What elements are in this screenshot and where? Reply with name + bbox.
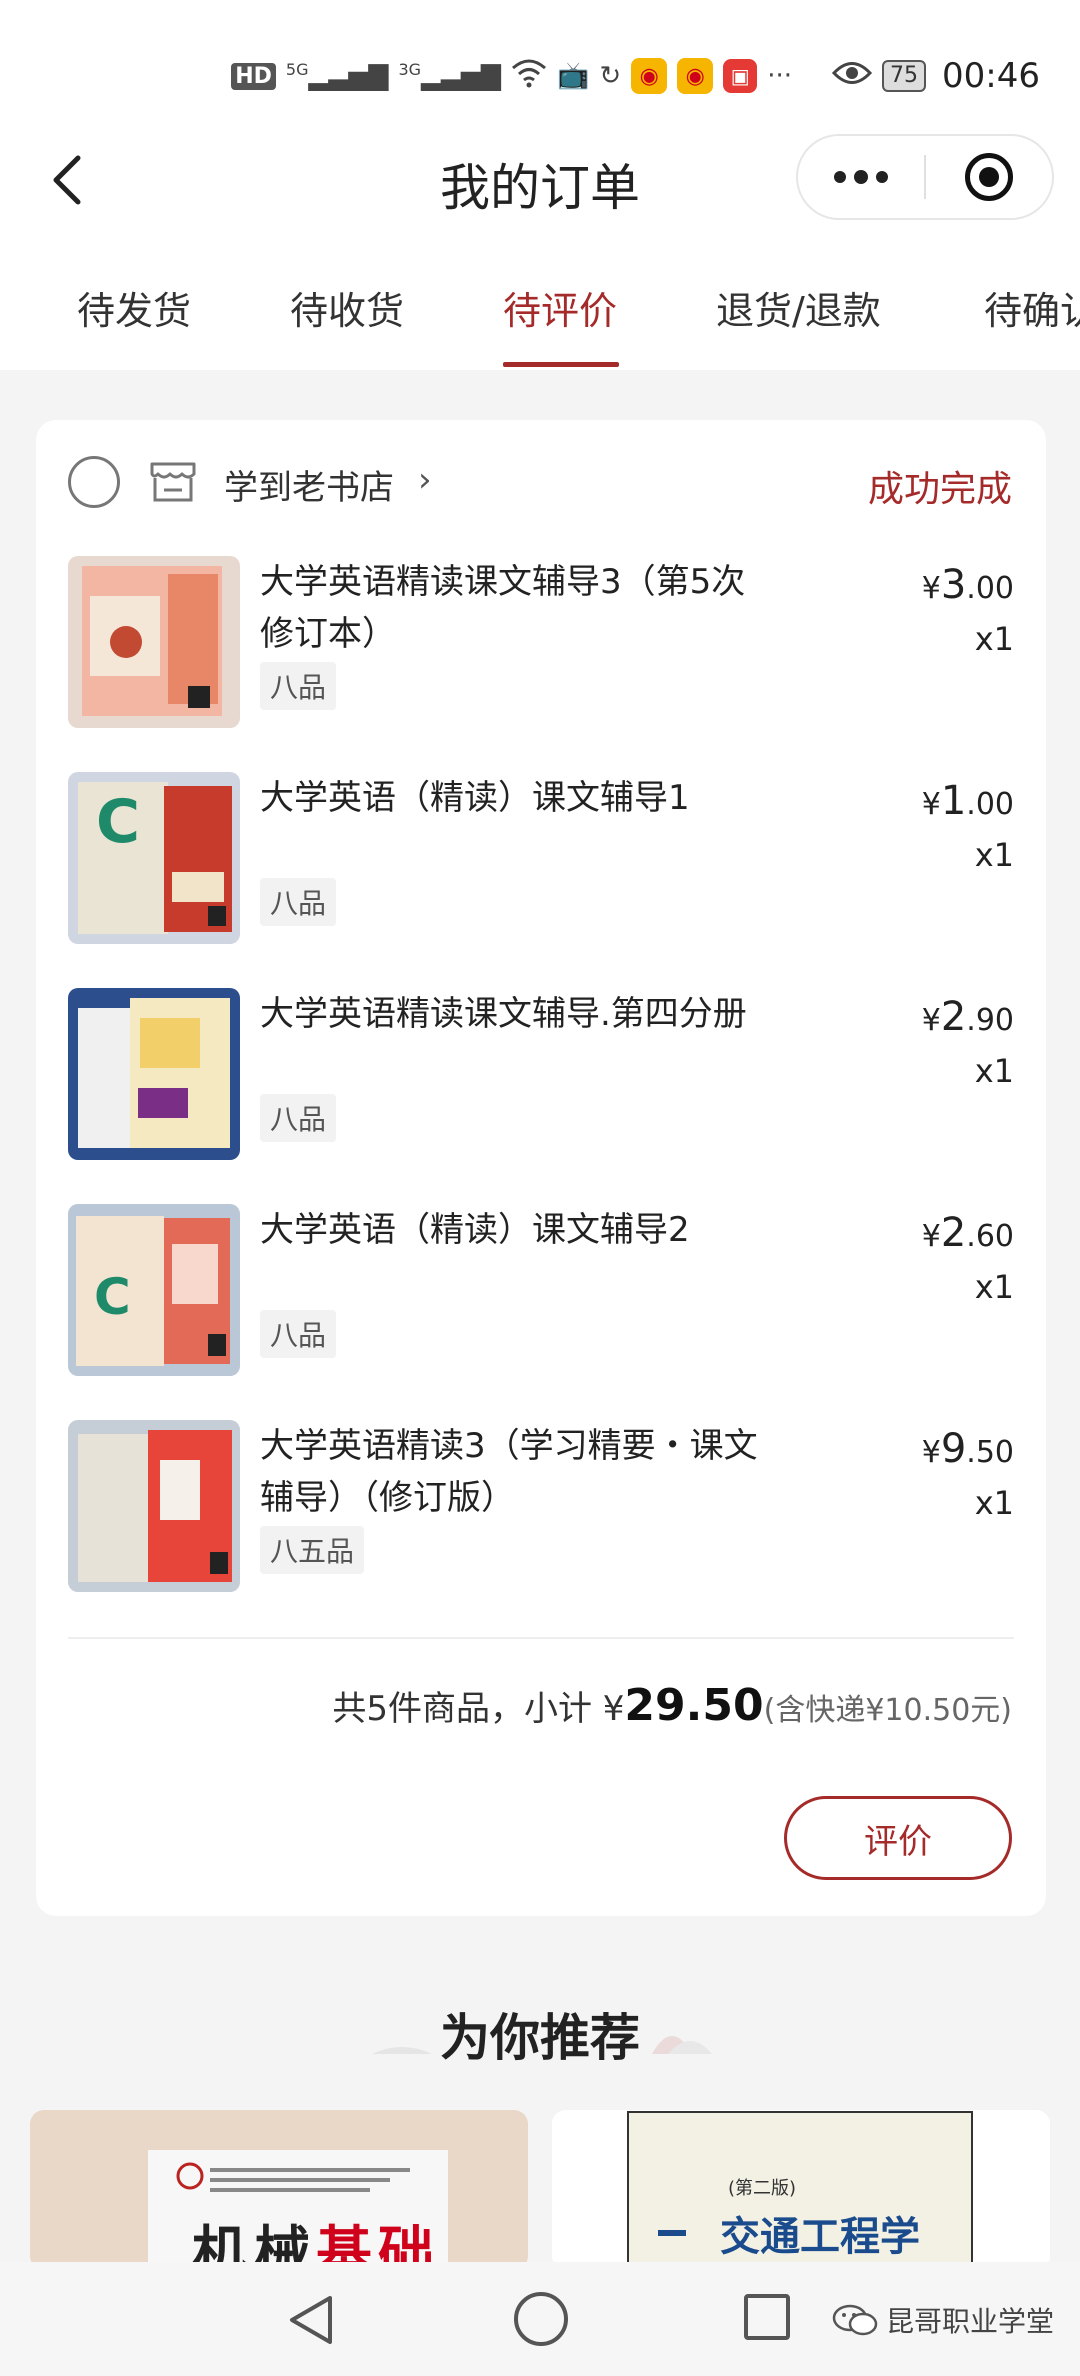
order-card: 学到老书店 › 成功完成 大学英语精读课文辅导3（第5次修订本） 八品 ¥3.0…	[36, 420, 1046, 1916]
order-tabs: 待发货 待收货 待评价 退货/退款 待确认	[0, 230, 1080, 370]
status-icons: HD 5G▂▃▅▇ 3G▂▃▅▇ 📺 ↻ ◉ ◉ ▣ ··· 75 00:46	[231, 50, 1040, 102]
book-thumbnail	[68, 556, 240, 728]
wifi-icon	[511, 58, 547, 95]
recommend-product-card[interactable]: 机械基础	[30, 2110, 528, 2270]
signal-5g-icon: 5G▂▃▅▇	[285, 60, 389, 92]
condition-badge: 八品	[260, 1310, 337, 1358]
svg-text:C: C	[94, 1268, 131, 1326]
target-icon	[964, 153, 1013, 201]
item-price: ¥1.00	[921, 778, 1014, 824]
book-thumbnail	[68, 988, 240, 1160]
signal-3g-icon: 3G▂▃▅▇	[398, 60, 502, 92]
svg-text:C: C	[96, 787, 140, 857]
condition-badge: 八品	[260, 878, 337, 926]
item-quantity: x1	[974, 1268, 1014, 1306]
condition-badge: 八品	[260, 662, 337, 710]
item-price: ¥2.90	[921, 994, 1014, 1040]
dot-icon	[834, 171, 846, 183]
order-summary: 共5件商品，小计 ¥29.50(含快递¥10.50元)	[332, 1680, 1012, 1731]
order-total: 29.50	[624, 1680, 764, 1731]
dot-icon	[876, 171, 888, 183]
nav-home-icon[interactable]	[514, 2292, 568, 2346]
condition-badge: 八品	[260, 1094, 337, 1142]
nav-back-icon[interactable]	[284, 2292, 336, 2348]
weibo-icon: ◉	[631, 58, 668, 94]
tab-pending-review[interactable]: 待评价	[503, 280, 617, 335]
status-bar: HD 5G▂▃▅▇ 3G▂▃▅▇ 📺 ↻ ◉ ◉ ▣ ··· 75 00:46	[0, 0, 1080, 130]
store-icon	[148, 456, 198, 504]
tab-returns-refunds[interactable]: 退货/退款	[716, 280, 881, 335]
order-item[interactable]: C 大学英语（精读）课文辅导2 八品 ¥2.60 x1	[68, 1204, 1014, 1376]
shipping-note: (含快递¥10.50元)	[763, 1693, 1012, 1728]
book-thumbnail	[68, 1420, 240, 1592]
divider	[68, 1637, 1014, 1639]
chevron-right-icon[interactable]: ›	[418, 460, 432, 500]
item-price: ¥9.50	[921, 1426, 1014, 1472]
book-title-text: 交通工程学	[720, 2214, 920, 2260]
item-quantity: x1	[974, 620, 1014, 658]
book-title-text: 机械基础	[192, 2220, 440, 2270]
recommend-product-card[interactable]: (第二版) 交通工程学	[552, 2110, 1050, 2270]
wechat-icon	[832, 2304, 878, 2336]
header: 我的订单	[0, 130, 1080, 230]
sync-icon: ↻	[599, 61, 622, 91]
order-status: 成功完成	[867, 469, 1012, 510]
order-item[interactable]: 大学英语精读课文辅导3（第5次修订本） 八品 ¥3.00 x1	[68, 556, 1014, 728]
dot-icon	[854, 170, 868, 184]
book-app-icon: ▣	[723, 59, 758, 93]
condition-badge: 八五品	[260, 1526, 365, 1574]
clock: 00:46	[942, 56, 1040, 96]
tv-icon: 📺	[557, 61, 590, 91]
more-options-button[interactable]	[798, 136, 924, 218]
weibo-icon-2: ◉	[677, 58, 714, 94]
item-price: ¥2.60	[921, 1210, 1014, 1256]
watermark: 昆哥职业学堂	[832, 2300, 1054, 2340]
hd-icon: HD	[231, 62, 276, 90]
order-select-checkbox[interactable]	[68, 456, 120, 508]
book-thumbnail: C	[68, 1204, 240, 1376]
item-price: ¥3.00	[921, 562, 1014, 608]
eye-icon	[831, 60, 873, 93]
review-button[interactable]: 评价	[784, 1796, 1012, 1880]
item-quantity: x1	[974, 1052, 1014, 1090]
mini-program-capsule	[796, 134, 1054, 220]
recommend-heading: 为你推荐	[440, 2008, 640, 2067]
book-edition: (第二版)	[728, 2178, 797, 2199]
item-quantity: x1	[974, 836, 1014, 874]
battery-indicator: 75	[882, 60, 927, 92]
tab-pending-ship[interactable]: 待发货	[77, 280, 191, 335]
shop-name-link[interactable]: 学到老书店	[224, 460, 394, 509]
tab-pending-confirm[interactable]: 待确认	[984, 280, 1080, 335]
more-notifications-icon: ···	[767, 61, 793, 91]
close-mini-program-button[interactable]	[926, 136, 1052, 218]
item-title: 大学英语精读课文辅导3（第5次修订本）	[260, 562, 746, 654]
order-item[interactable]: 大学英语精读课文辅导.第四分册 八品 ¥2.90 x1	[68, 988, 1014, 1160]
tab-pending-receive[interactable]: 待收货	[290, 280, 404, 335]
item-title: 大学英语（精读）课文辅导1	[260, 778, 690, 818]
active-tab-indicator	[503, 362, 619, 367]
item-title: 大学英语精读课文辅导.第四分册	[260, 994, 747, 1034]
item-title: 大学英语精读3（学习精要・课文辅导）（修订版）	[260, 1426, 758, 1518]
order-item[interactable]: 大学英语精读3（学习精要・课文辅导）（修订版） 八五品 ¥9.50 x1	[68, 1420, 1014, 1592]
nav-recents-icon[interactable]	[744, 2294, 790, 2340]
item-quantity: x1	[974, 1484, 1014, 1522]
order-item[interactable]: C 大学英语（精读）课文辅导1 八品 ¥1.00 x1	[68, 772, 1014, 944]
book-thumbnail: C	[68, 772, 240, 944]
item-title: 大学英语（精读）课文辅导2	[260, 1210, 690, 1250]
